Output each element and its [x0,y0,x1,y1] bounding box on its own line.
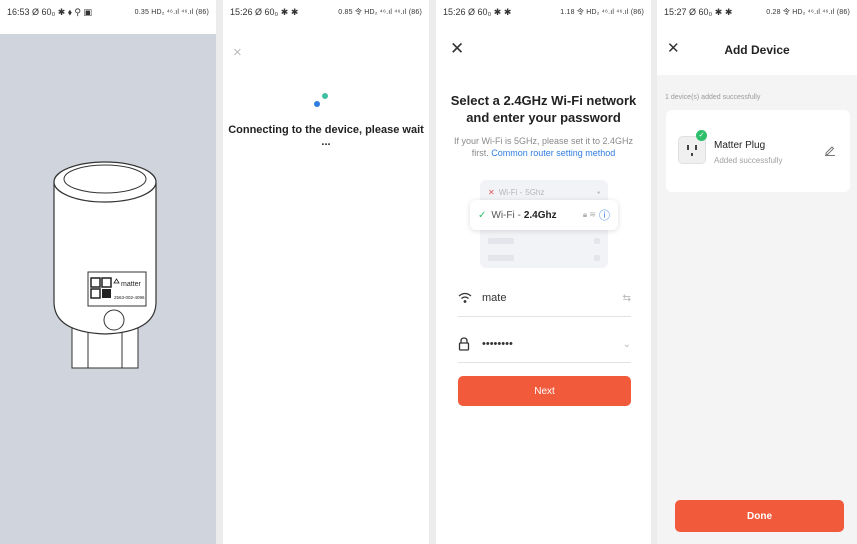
device-code-text: 2563-002-4096 [114,295,145,300]
wifi-name-value: mate [482,292,507,304]
loading-spinner-icon [314,93,328,107]
screen-wifi-setup: 15:26 Ø 60₀ ✱ ✱ 1.18 令 HD₂ ⁴⁶.ıl ⁴⁶.ıl (… [436,0,651,544]
edit-icon[interactable] [824,144,836,156]
lock-icon [458,337,476,351]
password-value: •••••••• [482,338,513,350]
status-bar: 15:26 Ø 60₀ ✱ ✱ 1.18 令 HD₂ ⁴⁶.ıl ⁴⁶.ıl (… [436,0,651,24]
device-name: Matter Plug [714,140,766,151]
close-icon[interactable]: ✕ [450,40,464,57]
lock-wifi-icons: 🔒︎ ≋ [582,210,596,219]
status-bar: 16:53 Ø 60₀ ✱ ⬧ ⚲ ▣ 0.35 HD₂ ⁴⁶.ıl ⁴⁶.ıl… [0,0,216,24]
network-5g-row: ✕ Wi-Fi - 5Ghz ▪ [488,188,600,197]
status-bar: 15:26 Ø 60₀ ✱ ✱ 0.85 令 HD₂ ⁴⁶.ıl ⁴⁶.ıl (… [223,0,429,24]
network-5g-band: 5Ghz [525,188,545,197]
status-time: 16:53 [7,6,30,17]
connecting-message: Connecting to the device, please wait ..… [228,124,424,148]
status-left: 15:26 Ø 60₀ ✱ ✱ [230,7,298,18]
status-time: 15:26 [443,6,466,17]
router-setting-link[interactable]: Common router setting method [491,148,615,158]
title-line-2: and enter your password [466,110,621,125]
status-left: 16:53 Ø 60₀ ✱ ⬧ ⚲ ▣ [7,7,92,18]
close-icon[interactable]: × [233,44,242,61]
chevron-down-icon[interactable]: ⌄ [623,339,631,350]
done-button[interactable]: Done [675,500,844,532]
password-field[interactable]: •••••••• ⌄ [458,326,631,363]
wifi-hint: If your Wi-Fi is 5GHz, please set it to … [452,135,635,159]
screen-device-image: 16:53 Ø 60₀ ✱ ⬧ ⚲ ▣ 0.35 HD₂ ⁴⁶.ıl ⁴⁶.ıl… [0,0,216,544]
network-5g-trail-icon: ▪ [597,188,600,197]
wifi-icon [458,292,476,304]
screen-add-device: 15:27 Ø 60₀ ✱ ✱ 0.28 令 HD₂ ⁴⁶.ıl ⁴⁶.ıl (… [657,0,857,544]
network-24g-row: ✓ Wi-Fi - 2.4Ghz 🔒︎ ≋ ⓘ [470,200,618,230]
cross-icon: ✕ [488,188,495,197]
check-icon: ✓ [478,209,487,221]
network-5g-prefix: Wi-Fi - [498,188,523,197]
network-24g-band: 2.4Ghz [523,209,557,221]
network-24g-prefix: Wi-Fi - [491,209,521,221]
screen-connecting: 15:26 Ø 60₀ ✱ ✱ 0.85 令 HD₂ ⁴⁶.ıl ⁴⁶.ıl (… [223,0,429,544]
page-title: Add Device [724,43,790,57]
status-icons-left: Ø 60₀ ✱ ⬧ ⚲ ▣ [32,6,92,17]
device-status: Added successfully [714,156,783,165]
info-icon: ⓘ [599,210,610,222]
status-icons-right: 1.18 令 HD₂ ⁴⁶.ıl ⁴⁶.ıl (86) [560,9,644,16]
status-left: 15:26 Ø 60₀ ✱ ✱ [443,7,511,18]
status-icons-left: Ø 60₀ ✱ ✱ [468,6,512,17]
added-count-text: 1 device(s) added successfully [665,94,761,101]
status-time: 15:27 [664,6,687,17]
device-illustration-area: matter 2563-002-4096 [0,34,216,544]
status-icons-right: 0.85 令 HD₂ ⁴⁶.ıl ⁴⁶.ıl (86) [338,9,422,16]
wifi-name-field[interactable]: mate ⇆ [458,280,631,317]
switch-network-icon[interactable]: ⇆ [623,293,631,304]
status-bar: 15:27 Ø 60₀ ✱ ✱ 0.28 令 HD₂ ⁴⁶.ıl ⁴⁶.ıl (… [657,0,857,24]
status-icons-left: Ø 60₀ ✱ ✱ [689,6,733,17]
status-icons-right: 0.28 令 HD₂ ⁴⁶.ıl ⁴⁶.ıl (86) [766,9,850,16]
page-title: Select a 2.4GHz Wi-Fi network and enter … [436,92,651,126]
matter-brand-text: matter [121,281,142,288]
status-icons-right: 0.35 HD₂ ⁴⁶.ıl ⁴⁶.ıl (86) [134,8,209,16]
status-time: 15:26 [230,6,253,17]
status-icons-left: Ø 60₀ ✱ ✱ [255,6,299,17]
smart-plug-illustration: matter 2563-002-4096 [53,161,157,369]
status-left: 15:27 Ø 60₀ ✱ ✱ [664,7,732,18]
device-card[interactable]: ✓ Matter Plug Added successfully [666,110,850,192]
title-line-1: Select a 2.4GHz Wi-Fi network [450,93,637,108]
next-button[interactable]: Next [458,376,631,406]
success-check-icon: ✓ [696,130,707,141]
